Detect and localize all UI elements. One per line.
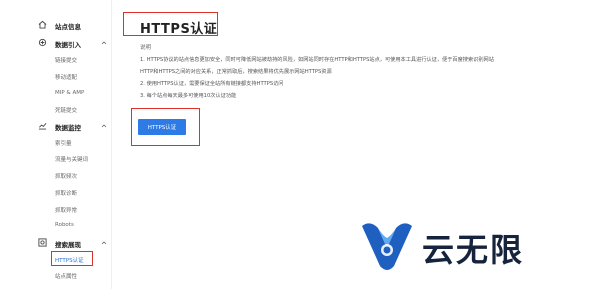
sidebar-group-data-monitor[interactable]: 数据监控 bbox=[55, 122, 81, 132]
sidebar-item-dead-link[interactable]: 死链提交 bbox=[55, 106, 77, 114]
search-display-icon bbox=[38, 238, 47, 247]
sidebar-item-link-submit[interactable]: 链接提交 bbox=[55, 56, 77, 64]
sidebar-item-crawl-diagnosis[interactable]: 抓取诊断 bbox=[55, 189, 77, 197]
description-line: 2. 使用HTTPS认证，需要保证全站所有链接都支持HTTPS访问 bbox=[140, 81, 284, 87]
sidebar-item-crawl-errors[interactable]: 抓取异常 bbox=[55, 206, 77, 214]
sidebar-group-search-display[interactable]: 搜索展现 bbox=[55, 239, 81, 249]
description-line: HTTP和HTTPS之间的对应关系，正常抓取后，搜索结果将优先展示网站HTTPS… bbox=[140, 69, 332, 75]
description-line: 1. HTTPS协议的站点信息更加安全，同时可降低网站被劫持的风险，如网站同时存… bbox=[140, 57, 494, 63]
sidebar-item-mip-amp[interactable]: MIP & AMP bbox=[55, 90, 84, 96]
button-highlight-box bbox=[131, 108, 200, 146]
chevron-up-icon bbox=[101, 124, 107, 128]
watermark-logo-icon bbox=[362, 223, 412, 270]
watermark-text: 云无限 bbox=[422, 231, 525, 269]
sidebar-item-index[interactable]: 索引量 bbox=[55, 139, 72, 147]
sidebar: 站点信息 数据引入 链接提交 移动适配 MIP & AMP 死链提交 数据监控 … bbox=[0, 0, 112, 289]
sidebar-group-data-import[interactable]: 数据引入 bbox=[55, 39, 81, 49]
sidebar-item-crawl-frequency[interactable]: 抓取频次 bbox=[55, 172, 77, 180]
description-heading: 说明 bbox=[140, 45, 152, 51]
import-icon bbox=[38, 38, 47, 47]
sidebar-item-site-info[interactable]: 站点信息 bbox=[55, 21, 81, 31]
sidebar-item-mobile-adapt[interactable]: 移动适配 bbox=[55, 73, 77, 81]
description-line: 3. 每个站点每天最多可使用10次认证功能 bbox=[140, 93, 237, 99]
sidebar-highlight-box bbox=[51, 251, 93, 266]
sidebar-item-robots[interactable]: Robots bbox=[55, 222, 74, 228]
chevron-up-icon bbox=[101, 241, 107, 245]
home-icon bbox=[38, 20, 47, 29]
sidebar-item-traffic-keywords[interactable]: 流量与关键词 bbox=[55, 155, 88, 163]
sidebar-item-site-attributes[interactable]: 站点属性 bbox=[55, 272, 77, 280]
chevron-up-icon bbox=[101, 41, 107, 45]
chart-icon bbox=[38, 122, 47, 130]
title-highlight-box bbox=[123, 12, 218, 36]
